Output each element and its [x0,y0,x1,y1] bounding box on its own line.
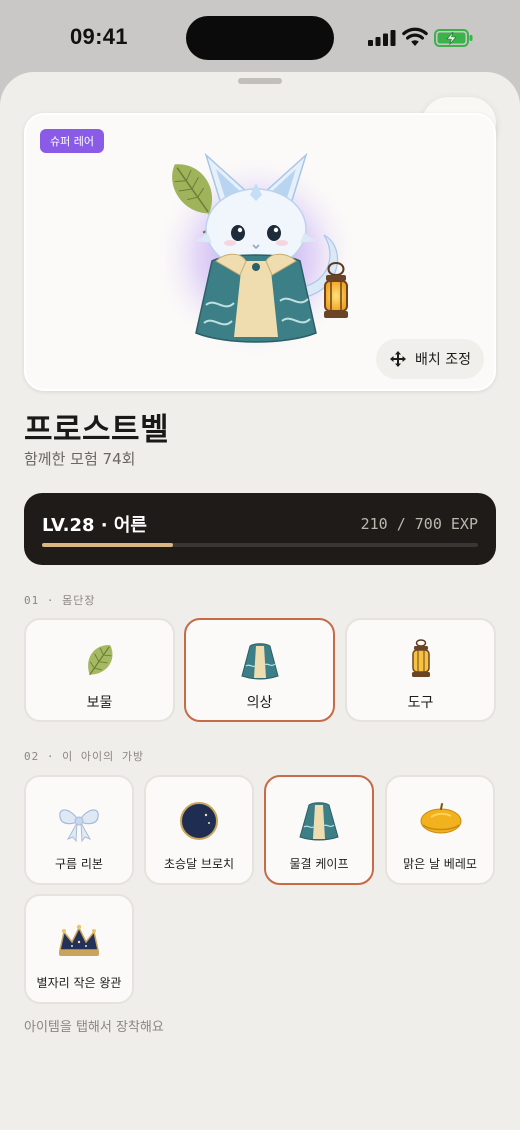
move-arrows-icon [390,351,406,367]
bag-item-constellation-crown[interactable]: 별자리 작은 왕관 [24,894,134,1004]
equip-hint: 아이템을 탭해서 장착해요 [24,1020,164,1035]
bag-item-crescent-brooch[interactable]: 초승달 브로치 [144,775,254,885]
leaf-icon [87,645,112,676]
section-label-grooming: 01 · 몸단장 [24,594,96,607]
pet-preview-card: 슈퍼 레어 배치 조정 [24,113,496,391]
item-label: 구름 리본 [55,857,103,871]
slot-label: 보물 [86,695,113,711]
beret-icon [420,803,462,834]
pet-illustration[interactable] [156,137,376,367]
equip-slot-outfit[interactable]: 의상 [184,618,335,722]
moon-brooch-icon [180,802,218,840]
wifi-icon [402,27,428,46]
cape-icon [240,643,279,680]
bag-item-cloud-ribbon[interactable]: 구름 리본 [24,775,134,885]
item-label: 초승달 브로치 [163,857,235,871]
section-label-bag: 02 · 이 아이의 가방 [24,750,145,763]
lantern-icon [411,639,430,677]
pet-name: 프로스트벨 [24,412,170,448]
status-time: 09:41 [70,24,128,49]
cellular-signal-icon [368,30,396,46]
exp-text: 210 / 700 EXP [360,515,478,533]
item-label: 맑은 날 베레모 [403,857,477,871]
level-label: LV.28 · 어른 [42,515,147,536]
exp-progress-track [42,543,478,547]
cape-icon [299,802,339,841]
layout-adjust-label: 배치 조정 [415,352,471,368]
ribbon-icon [59,809,99,843]
exp-progress-fill [42,543,173,547]
equip-slot-treasure[interactable]: 보물 [24,618,175,722]
layout-adjust-button[interactable]: 배치 조정 [376,339,484,379]
item-label: 별자리 작은 왕관 [36,976,122,990]
item-label: 물결 케이프 [289,857,349,871]
status-bar: 09:41 [0,0,520,72]
battery-charging-icon [434,29,473,47]
equip-slot-tool[interactable]: 도구 [345,618,496,722]
crown-icon [59,924,99,956]
slot-label: 도구 [407,695,434,711]
rarity-badge: 슈퍼 레어 [40,129,104,153]
adventure-count: 함께한 모험 74회 [24,450,136,468]
slot-label: 의상 [246,695,273,711]
dynamic-island [186,16,334,60]
sheet-grabber[interactable] [238,78,282,84]
bag-item-sunny-beret[interactable]: 맑은 날 베레모 [385,775,495,885]
bag-item-wave-cape[interactable]: 물결 케이프 [264,775,374,885]
level-card: LV.28 · 어른 210 / 700 EXP [24,493,496,565]
